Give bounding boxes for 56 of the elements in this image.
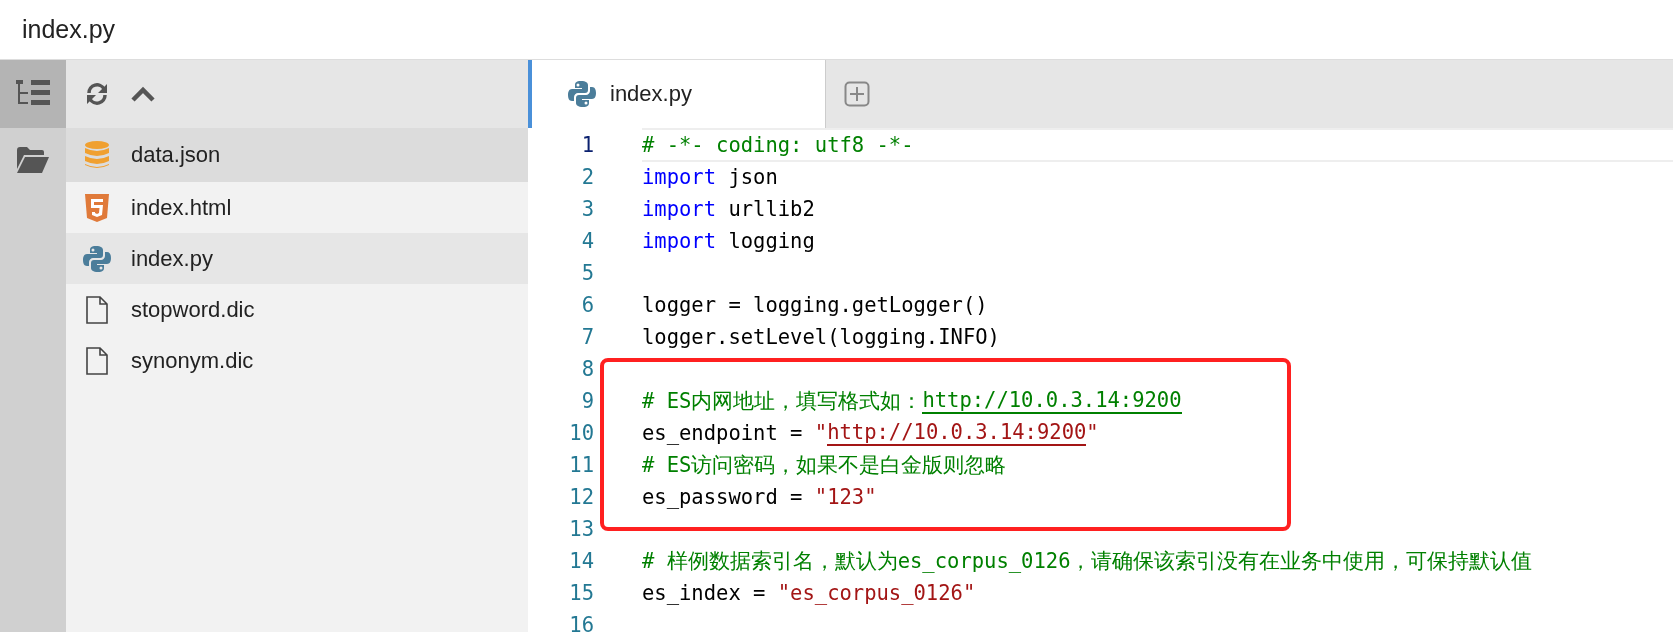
file-item[interactable]: synonym.dic [66,335,528,386]
code-text: import [642,197,717,221]
code-text: logging [727,229,815,253]
refresh-icon[interactable] [85,82,109,106]
code-text: " [814,421,828,445]
line-number: 7 [580,324,594,351]
code-text: import [642,229,717,253]
code-comment: # ES访问密码，如果不是白金版则忽略 [642,452,1007,479]
line-number: 10 [568,420,594,447]
window-title: index.py [22,15,116,44]
file-item[interactable]: index.html [66,182,528,233]
code-text: es_password = [642,485,804,509]
code-comment: # 样例数据索引名，默认为es_corpus_0126，请确保该索引没有在业务中使用，可保持默认值 [642,548,1533,575]
database-icon [83,141,111,169]
line-number: 6 [580,292,594,319]
code-text: es_index = [642,581,767,605]
file-item[interactable]: data.json [66,128,528,182]
html5-icon [83,193,111,222]
file-icon [83,295,111,324]
code-line: # -*- coding: utf8 -*- [642,133,914,157]
code-text: json [727,165,778,189]
code-text: "es_corpus_0126" [777,581,976,605]
file-icon [83,346,111,375]
file-tree-button[interactable] [0,60,66,128]
add-tab-icon[interactable] [844,81,870,107]
line-number: 14 [568,548,594,575]
code-text: " [1086,421,1099,445]
line-number: 11 [568,452,594,479]
editor-tab[interactable]: index.py [528,60,826,128]
code-text: es_endpoint = [642,421,804,445]
code-link[interactable]: http://10.0.3.14:9200 [922,388,1182,414]
line-number: 9 [580,388,594,415]
line-number: 4 [580,228,594,255]
line-number: 13 [568,516,594,543]
line-number: 3 [580,196,594,223]
python-icon [568,80,596,108]
line-number: 16 [568,612,594,632]
line-number: 8 [580,356,594,383]
line-number: 15 [568,580,594,607]
line-number: 1 [580,132,594,159]
file-tree-icon [16,80,50,108]
code-text: logger.setLevel(logging.INFO) [642,325,1000,349]
folder-icon [17,147,49,173]
code-link[interactable]: http://10.0.3.14:9200 [827,420,1087,446]
file-item[interactable]: index.py [66,233,528,284]
code-text: import [642,165,717,189]
code-text: logger = logging.getLogger() [642,293,988,317]
collapse-icon[interactable] [131,86,155,102]
code-comment: # ES内网地址，填写格式如： [642,388,923,415]
file-item[interactable]: stopword.dic [66,284,528,335]
line-number: 2 [580,164,594,191]
code-text: urllib2 [727,197,815,221]
code-text: "123" [814,485,877,509]
line-number: 5 [580,260,594,287]
python-icon [83,244,111,273]
line-number: 12 [568,484,594,511]
